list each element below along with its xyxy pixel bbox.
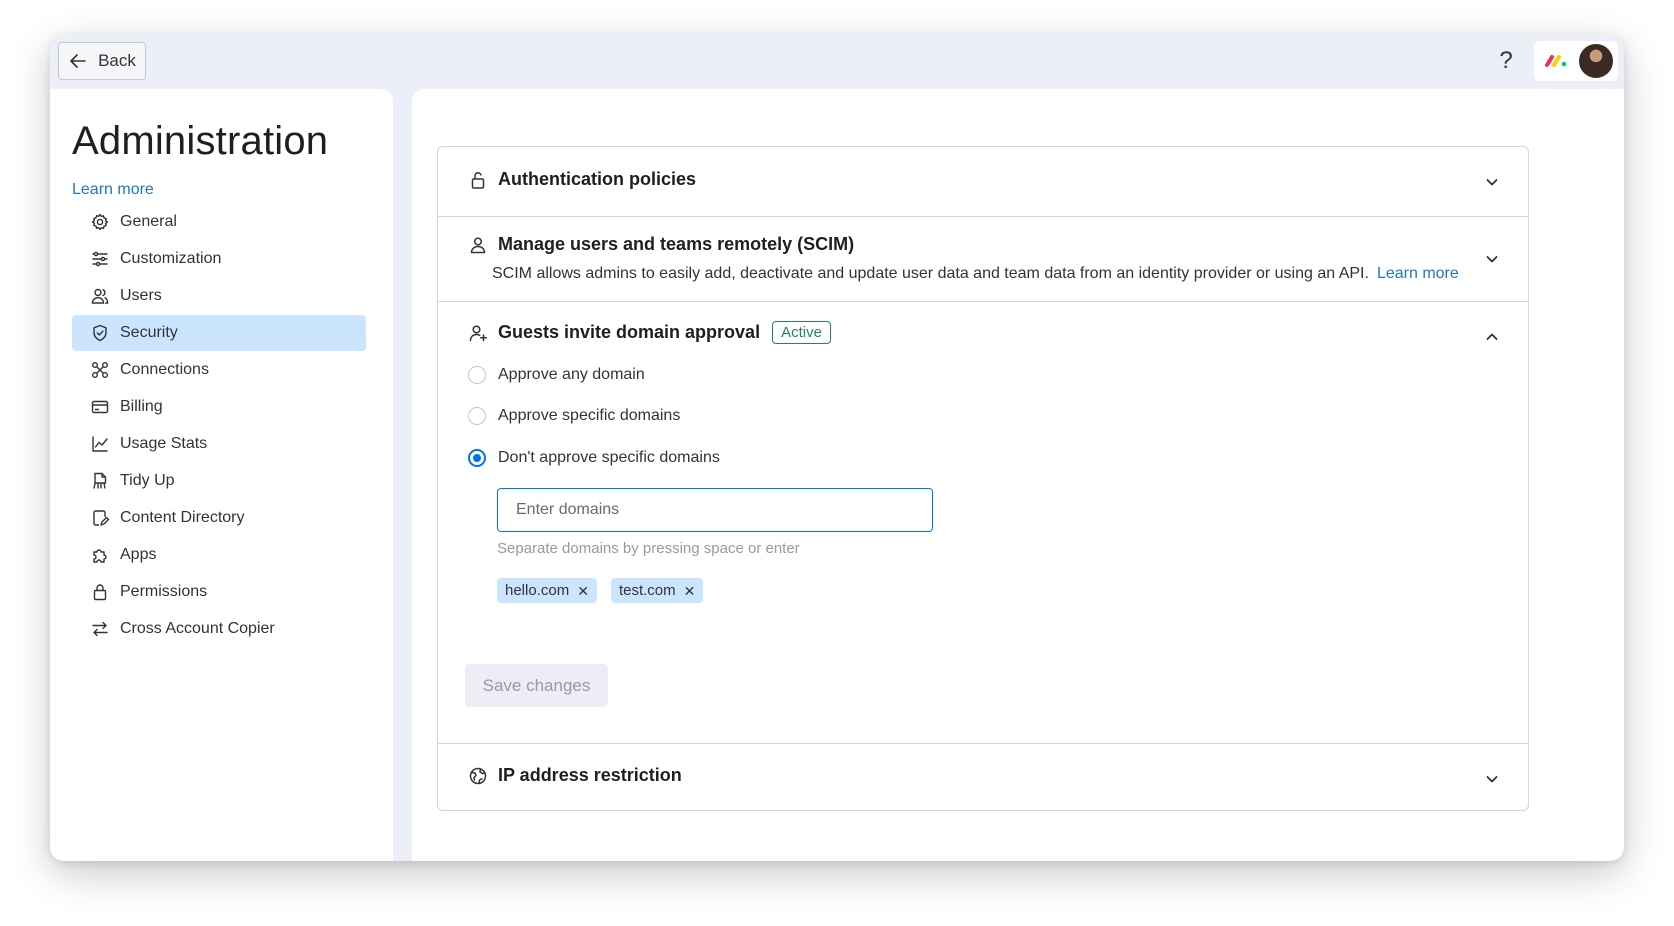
monday-logo-icon — [1545, 55, 1567, 67]
domain-chip: test.com ✕ — [610, 578, 704, 603]
radio-label: Approve specific domains — [498, 407, 681, 424]
sidebar-item-label: General — [120, 213, 177, 230]
sidebar-nav: General Customization Users Security Con… — [72, 204, 366, 648]
section-scim[interactable]: Manage users and teams remotely (SCIM) S… — [438, 217, 1528, 302]
puzzle-icon — [93, 549, 107, 563]
back-button[interactable]: Back — [58, 42, 146, 80]
avatar[interactable] — [1578, 43, 1614, 79]
app-window: Back ? Administration Learn more General… — [50, 35, 1624, 861]
section-title: Guests invite domain approval — [498, 322, 761, 342]
domains-hint: Separate domains by pressing space or en… — [497, 540, 800, 557]
sidebar-item-customization[interactable]: Customization — [72, 241, 366, 277]
chip-label: test.com — [618, 582, 676, 599]
radio-dont-approve-specific-domains[interactable]: Don't approve specific domains — [468, 449, 720, 467]
users-icon — [91, 288, 109, 304]
sidebar-item-label: Usage Stats — [120, 435, 208, 452]
close-icon[interactable]: ✕ — [577, 584, 589, 598]
arrow-left-icon — [70, 54, 86, 68]
section-ip-address-restriction[interactable]: IP address restriction — [438, 744, 1528, 810]
user-icon — [470, 236, 486, 253]
sidebar-item-label: Apps — [120, 546, 157, 563]
section-header: IP address restriction — [468, 765, 682, 786]
unlock-icon — [471, 171, 485, 189]
content-icon — [93, 510, 110, 526]
radio-approve-any-domain[interactable]: Approve any domain — [468, 366, 645, 384]
chevron-up-icon[interactable] — [1484, 329, 1500, 345]
sidebar-item-permissions[interactable]: Permissions — [72, 574, 366, 610]
sidebar-item-label: Tidy Up — [120, 472, 175, 489]
section-title: IP address restriction — [498, 765, 682, 785]
section-description: SCIM allows admins to easily add, deacti… — [492, 265, 1459, 283]
scim-learn-more-link[interactable]: Learn more — [1377, 265, 1459, 282]
status-badge: Active — [772, 321, 831, 344]
sidebar-item-general[interactable]: General — [72, 204, 366, 240]
tidy-icon — [93, 472, 107, 489]
chevron-down-icon[interactable] — [1484, 771, 1500, 787]
sidebar-item-label: Security — [120, 324, 178, 341]
sidebar-item-users[interactable]: Users — [72, 278, 366, 314]
sidebar-item-cross-account-copier[interactable]: Cross Account Copier — [72, 611, 366, 647]
radio-button[interactable] — [468, 366, 486, 384]
radio-approve-specific-domains[interactable]: Approve specific domains — [468, 407, 680, 425]
connections-icon — [92, 362, 108, 378]
domains-input[interactable] — [497, 488, 933, 532]
page-title: Administration — [72, 119, 329, 163]
scim-description-text: SCIM allows admins to easily add, deacti… — [492, 265, 1369, 282]
sidebar-item-label: Content Directory — [120, 509, 245, 526]
swap-icon — [92, 621, 108, 637]
sidebar-item-apps[interactable]: Apps — [72, 537, 366, 573]
section-header: Authentication policies — [468, 169, 696, 190]
sidebar-item-label: Cross Account Copier — [120, 620, 275, 637]
help-button[interactable]: ? — [1490, 43, 1522, 79]
security-settings-card: Authentication policies Manage users and… — [437, 146, 1529, 811]
sidebar-item-label: Billing — [120, 398, 163, 415]
sidebar-item-tidy-up[interactable]: Tidy Up — [72, 463, 366, 499]
sidebar-item-label: Users — [120, 287, 162, 304]
user-add-icon — [469, 324, 487, 341]
help-icon: ? — [1499, 47, 1513, 74]
close-icon[interactable]: ✕ — [684, 584, 696, 598]
chart-icon — [92, 436, 108, 452]
chevron-down-icon[interactable] — [1484, 174, 1500, 190]
back-label: Back — [98, 51, 136, 70]
save-changes-button[interactable]: Save changes — [465, 664, 608, 707]
sidebar-item-content-directory[interactable]: Content Directory — [72, 500, 366, 536]
sliders-icon — [92, 251, 108, 267]
domain-chips: hello.com ✕ test.com ✕ — [497, 578, 704, 603]
account-menu[interactable] — [1534, 41, 1618, 81]
lock-icon — [93, 584, 107, 601]
sidebar-item-billing[interactable]: Billing — [72, 389, 366, 425]
chevron-down-icon[interactable] — [1484, 251, 1500, 267]
radio-label: Don't approve specific domains — [498, 449, 720, 466]
sidebar: Administration Learn more General Custom… — [50, 89, 393, 861]
section-title: Manage users and teams remotely (SCIM) — [498, 234, 855, 254]
sidebar-item-usage-stats[interactable]: Usage Stats — [72, 426, 366, 462]
gear-icon — [91, 213, 109, 231]
radio-button[interactable] — [468, 449, 486, 467]
sidebar-item-label: Permissions — [120, 583, 208, 600]
shield-icon — [93, 324, 107, 342]
section-title: Authentication policies — [498, 169, 697, 189]
radio-label: Approve any domain — [498, 366, 645, 383]
section-header[interactable]: Guests invite domain approval Active — [468, 321, 831, 344]
chip-label: hello.com — [505, 582, 570, 599]
sidebar-item-label: Customization — [120, 250, 222, 267]
radio-button[interactable] — [468, 407, 486, 425]
sidebar-item-connections[interactable]: Connections — [72, 352, 366, 388]
main-panel: Authentication policies Manage users and… — [412, 89, 1624, 861]
sidebar-item-label: Connections — [120, 361, 209, 378]
section-authentication-policies[interactable]: Authentication policies — [438, 147, 1528, 217]
section-header: Manage users and teams remotely (SCIM) — [468, 234, 854, 255]
billing-icon — [91, 400, 109, 414]
sidebar-item-security[interactable]: Security — [72, 315, 366, 351]
learn-more-link[interactable]: Learn more — [72, 181, 154, 199]
section-guests-invite-domain-approval: Guests invite domain approval Active App… — [438, 302, 1528, 744]
globe-icon — [469, 767, 487, 784]
domain-chip: hello.com ✕ — [497, 578, 597, 603]
